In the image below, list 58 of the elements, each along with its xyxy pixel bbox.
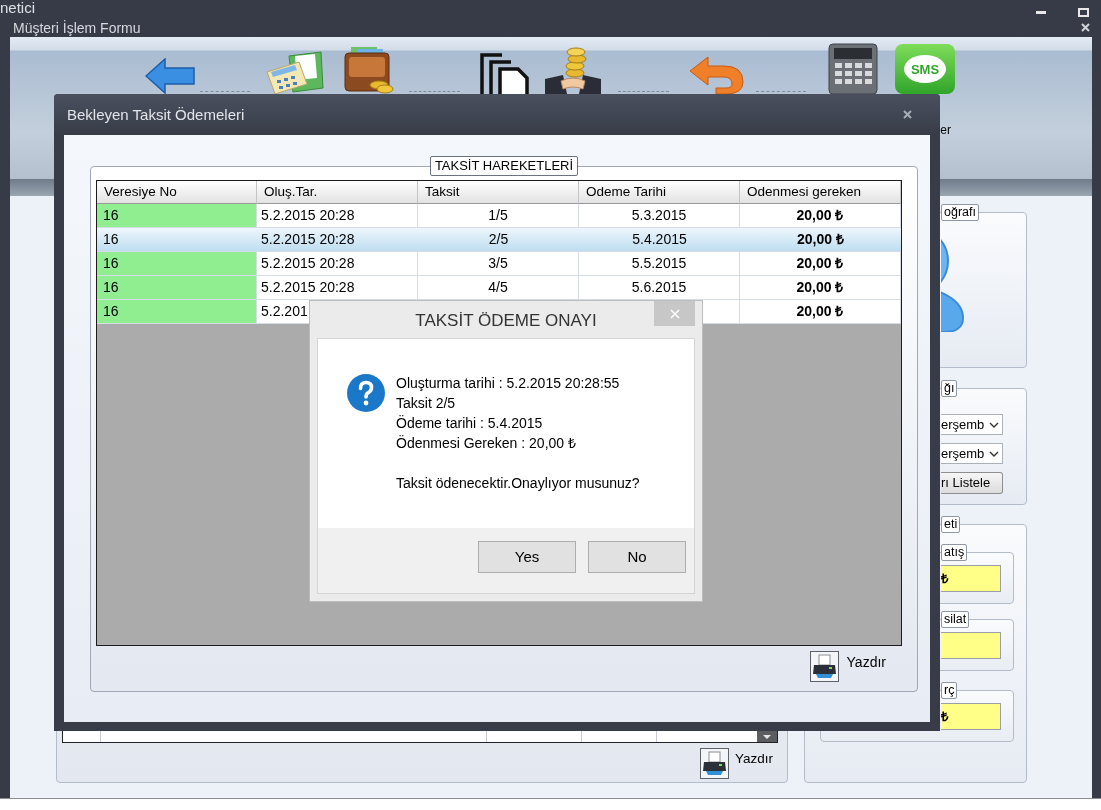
table-cell: 16 bbox=[97, 300, 257, 324]
table-cell: 16 bbox=[97, 204, 257, 228]
maximize-icon[interactable] bbox=[1078, 8, 1089, 17]
column-header[interactable]: Taksit bbox=[418, 181, 579, 204]
date-dropdown[interactable]: erşemb bbox=[941, 414, 1003, 435]
group-label: rç bbox=[941, 682, 958, 699]
column-header[interactable]: Oluş.Tar. bbox=[257, 181, 418, 204]
close-icon[interactable] bbox=[903, 110, 912, 119]
handshake-coins-icon[interactable] bbox=[545, 45, 601, 94]
group-label: oğrafı bbox=[941, 204, 979, 221]
amount-field[interactable] bbox=[941, 632, 1001, 659]
message-question: Taksit ödenecektir.Onaylıyor musunuz? bbox=[396, 474, 640, 493]
group-label: ğı bbox=[941, 380, 958, 397]
column-header[interactable]: Veresiye No bbox=[97, 181, 257, 204]
dialog-button[interactable]: No bbox=[588, 541, 686, 573]
close-icon bbox=[669, 308, 680, 319]
table-row[interactable]: 16 5.2.2015 20:28 1/5 5.3.2015 20,00 ₺ bbox=[97, 204, 901, 228]
close-icon[interactable] bbox=[1081, 23, 1090, 32]
window-title: netici bbox=[0, 0, 36, 15]
print-button[interactable]: Yazdır bbox=[700, 748, 773, 779]
chevron-down-icon bbox=[989, 421, 999, 428]
column-header[interactable]: Odeme Tarihi bbox=[579, 181, 740, 204]
toolbar-label: er bbox=[940, 124, 951, 137]
message-line: Ödenmesi Gereken : 20,00 ₺ bbox=[396, 434, 577, 453]
table-row[interactable]: 16 5.2.2015 20:28 4/5 5.6.2015 20,00 ₺ bbox=[97, 276, 901, 300]
group-label: silat bbox=[941, 611, 970, 628]
dialog-title: TAKSİT ÖDEME ONAYI bbox=[415, 310, 597, 331]
table-cell: 16 bbox=[97, 276, 257, 300]
printer-icon[interactable] bbox=[700, 748, 729, 779]
calculator-folder-icon[interactable] bbox=[265, 50, 325, 94]
amount-field[interactable]: ₺ bbox=[941, 565, 1001, 592]
message-line: Taksit 2/5 bbox=[396, 394, 457, 413]
column-header[interactable]: Odenmesi gereken bbox=[740, 181, 901, 204]
wallet-icon[interactable] bbox=[343, 45, 395, 94]
documents-icon[interactable] bbox=[480, 53, 530, 94]
print-button[interactable]: Yazdır bbox=[809, 651, 886, 682]
dialog-title: Bekleyen Taksit Ödemeleri bbox=[67, 105, 245, 124]
table-cell: 20,00 ₺ bbox=[740, 300, 901, 324]
list-button[interactable]: rı Listele bbox=[941, 472, 1003, 494]
caret-down-icon bbox=[763, 734, 771, 739]
table-row[interactable]: 16 5.2.2015 20:28 2/5 5.4.2015 20,00 ₺ bbox=[97, 228, 901, 252]
message-line: Ödeme tarihi : 5.4.2015 bbox=[396, 414, 544, 433]
message-line: Oluşturma tarihi : 5.2.2015 20:28:55 bbox=[396, 374, 621, 393]
chevron-down-icon bbox=[989, 450, 999, 457]
table-row[interactable]: 16 5.2.2015 20:28 3/5 5.5.2015 20,00 ₺ bbox=[97, 252, 901, 276]
amount-field[interactable]: ₺ bbox=[941, 703, 1001, 730]
date-dropdown[interactable]: erşemb bbox=[941, 443, 1003, 464]
group-label: atış bbox=[941, 544, 968, 561]
table-cell: 16 bbox=[97, 252, 257, 276]
form-title: Müşteri İşlem Formu bbox=[13, 19, 141, 36]
group-label: eti bbox=[941, 516, 961, 533]
dialog-button[interactable]: Yes bbox=[478, 541, 576, 573]
arrow-left-icon[interactable] bbox=[145, 58, 195, 94]
calculator-icon[interactable] bbox=[828, 43, 878, 94]
scroll-down-button[interactable] bbox=[757, 731, 777, 742]
group-label: TAKSİT HAREKETLERİ bbox=[429, 156, 579, 176]
printer-icon[interactable] bbox=[809, 651, 839, 682]
question-icon bbox=[347, 374, 385, 412]
